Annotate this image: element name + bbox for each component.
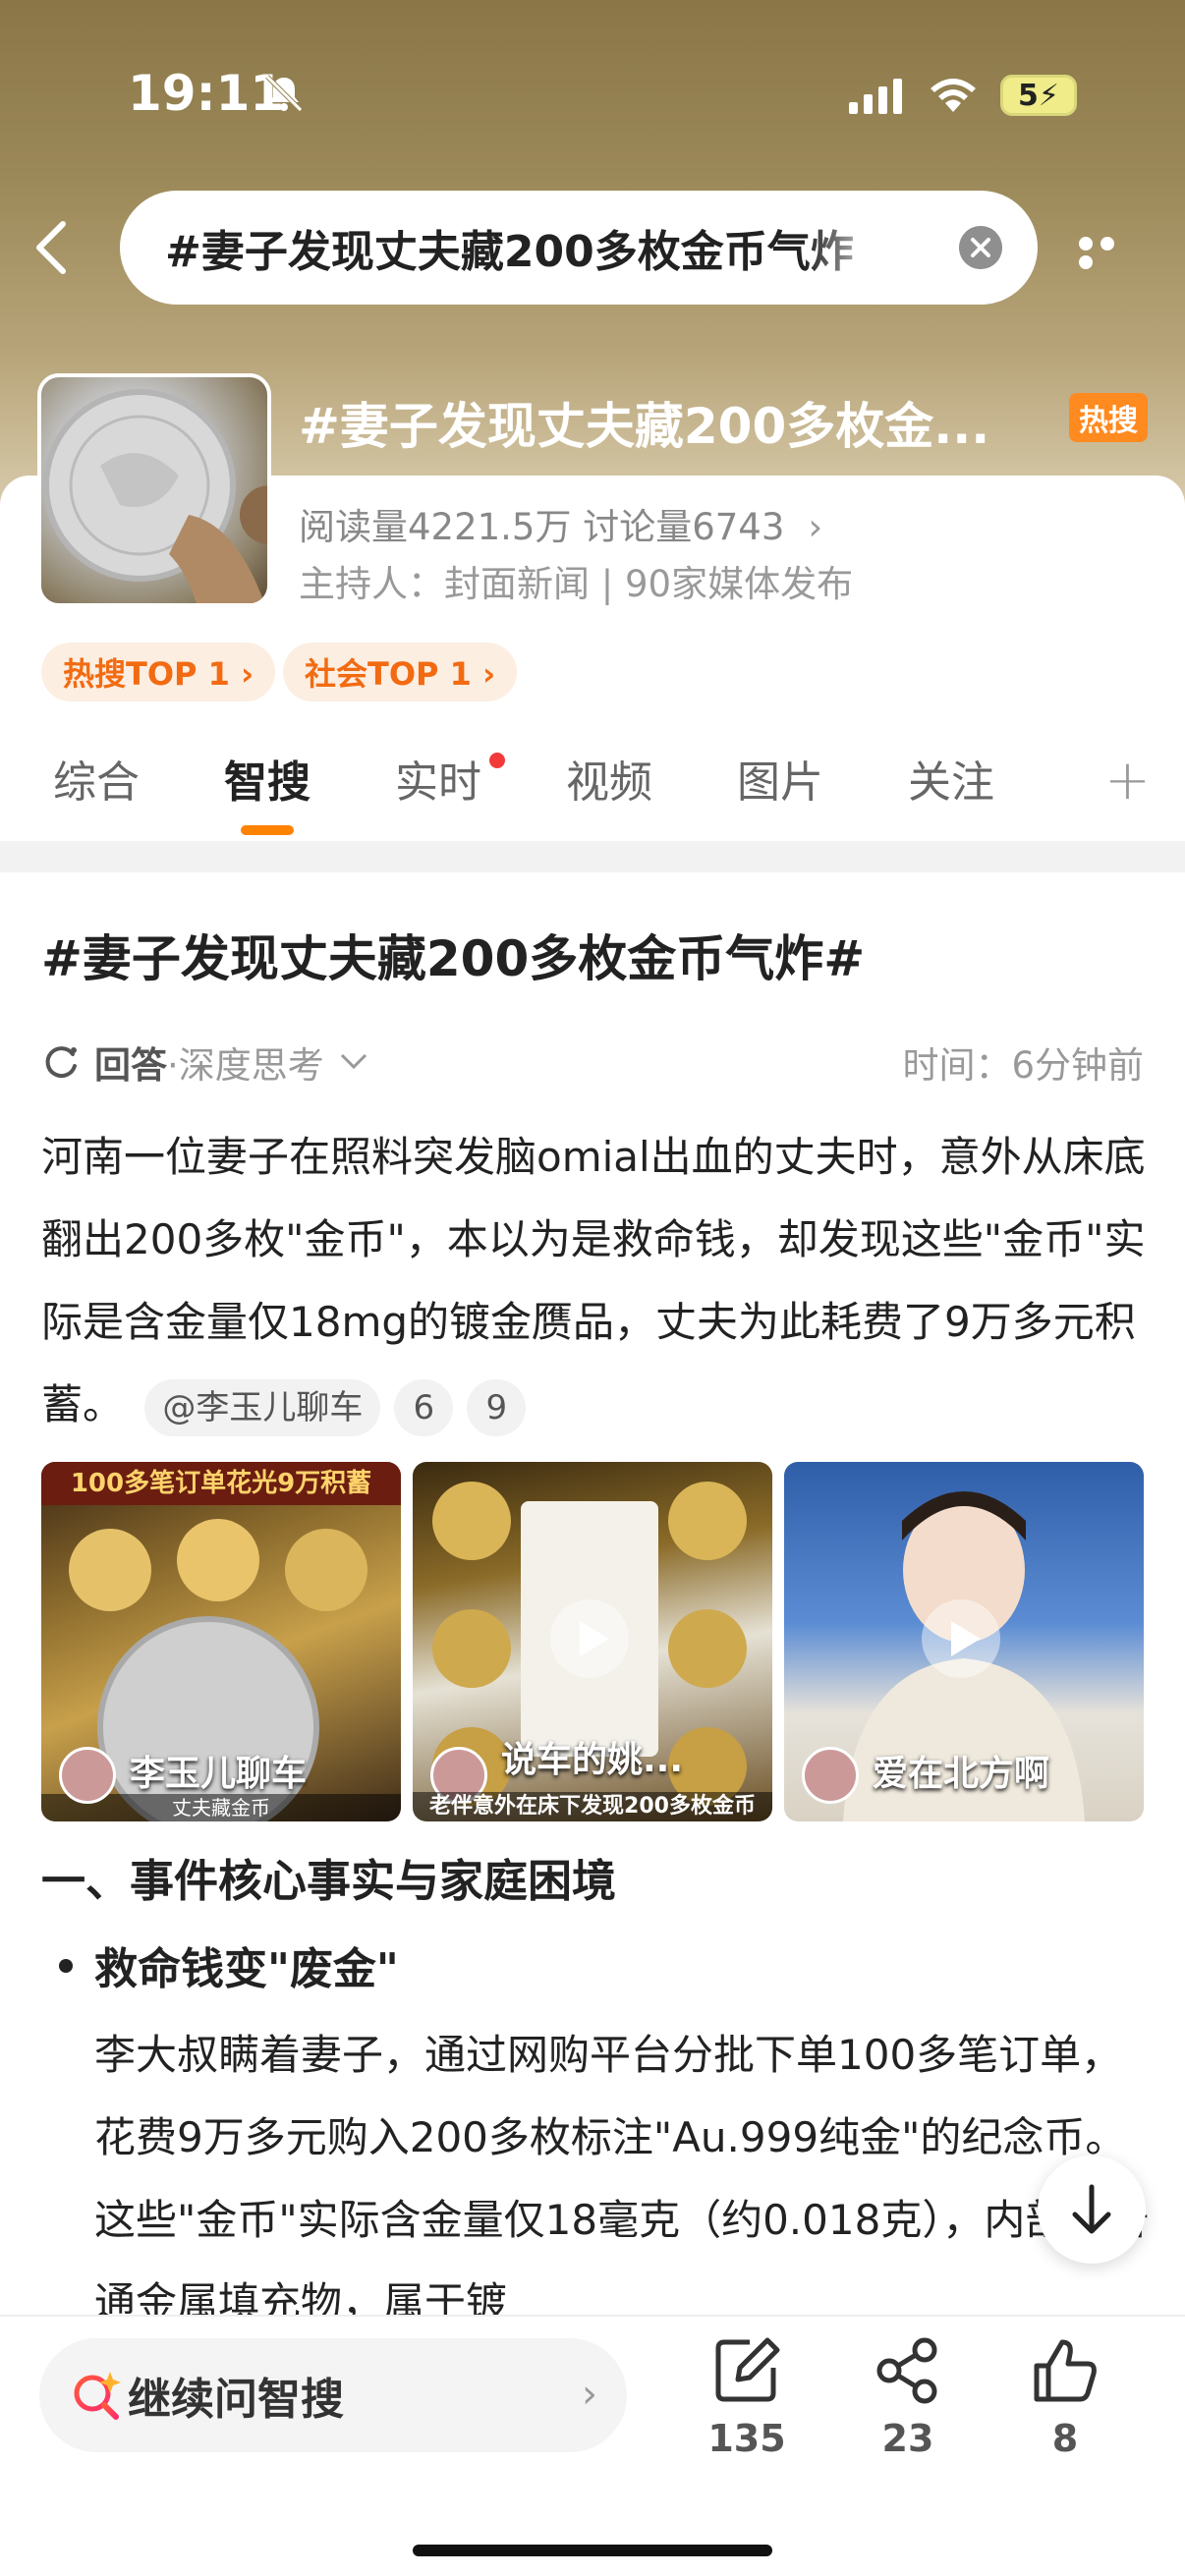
play-icon — [922, 1599, 1000, 1678]
answer-title: #妻子发现丈夫藏200多枚金币气炸# — [41, 930, 866, 987]
ask-label: 继续问智搜 — [128, 2375, 344, 2425]
section-heading: 一、事件核心事实与家庭困境 — [41, 1855, 617, 1907]
video-caption: 老伴意外在床下发现200多枚金币 — [413, 1792, 772, 1821]
tab-video[interactable]: 视频 — [566, 747, 652, 810]
avatar — [802, 1747, 859, 1804]
answer-mode: ·深度思考 — [167, 1044, 324, 1087]
search-input[interactable]: #妻子发现丈夫藏200多枚金币气炸 — [165, 216, 892, 279]
tab-general[interactable]: 综合 — [53, 747, 140, 810]
wifi-icon — [931, 79, 976, 112]
like-button[interactable]: 8 — [1006, 2334, 1124, 2460]
deep-think-icon — [45, 1046, 77, 1079]
like-count: 8 — [1051, 2417, 1079, 2460]
chevron-down-icon — [340, 1053, 367, 1070]
video-author: 李玉儿聊车 — [130, 1754, 308, 1794]
home-indicator — [413, 2545, 772, 2556]
source-mention-chip[interactable]: @李玉儿聊车 — [144, 1378, 381, 1436]
video-thumbnail-1[interactable]: 100多笔订单花光9万积蓄 丈夫藏金币 李玉儿聊车 — [41, 1462, 401, 1821]
clear-icon[interactable] — [959, 226, 1002, 269]
video-author: 说车的姚... — [501, 1740, 684, 1780]
topic-thumbnail[interactable] — [37, 373, 271, 607]
bullet-body: 李大叔瞒着妻子，通过网购平台分批下单100多笔订单，花费9万多元购入200多枚标… — [94, 2031, 1150, 2326]
bell-muted-icon — [265, 75, 303, 112]
topic-title: #妻子发现丈夫藏200多枚金... — [299, 398, 990, 455]
coin-image-icon — [43, 389, 267, 603]
video-thumbnail-3[interactable]: 爱在北方啊 — [784, 1462, 1144, 1821]
share-icon — [876, 2337, 937, 2404]
answer-paragraph: 河南一位妻子在照料突发脑omial出血的丈夫时，意外从床底翻出200多枚"金币"… — [41, 1116, 1152, 1446]
back-icon[interactable] — [29, 218, 73, 277]
more-icon[interactable] — [1079, 236, 1142, 269]
realtime-unread-dot — [489, 753, 505, 768]
tab-following[interactable]: 关注 — [908, 747, 994, 810]
tab-bar: 综合 智搜 实时 视频 图片 关注 — [0, 747, 1185, 835]
hot-search-rank-pill[interactable]: 热搜TOP 1 › — [41, 643, 276, 701]
tab-realtime[interactable]: 实时 — [395, 747, 481, 810]
bullet-title: 救命钱变"废金" — [94, 1944, 399, 1994]
answer-meta[interactable]: 回答 ·深度思考 — [41, 1036, 373, 1089]
play-icon — [550, 1599, 629, 1678]
share-button[interactable]: 23 — [849, 2334, 967, 2460]
add-tab-icon[interactable]: + — [1104, 749, 1151, 812]
search-bar[interactable]: #妻子发现丈夫藏200多枚金币气炸 — [120, 191, 1038, 305]
active-tab-indicator — [241, 825, 294, 835]
signal-icon — [849, 79, 902, 114]
topic-host: 主持人：封面新闻 | 90家媒体发布 — [299, 563, 854, 605]
comment-button[interactable]: 135 — [688, 2334, 806, 2460]
battery-indicator: 5 ⚡ — [1000, 75, 1077, 116]
tab-smart-search[interactable]: 智搜 — [224, 747, 310, 810]
society-rank-pill[interactable]: 社会TOP 1 › — [283, 643, 518, 701]
comment-edit-icon — [715, 2337, 780, 2402]
smart-search-icon — [74, 2372, 121, 2420]
answer-label: 回答 — [94, 1044, 167, 1087]
stats-text: 阅读量4221.5万 讨论量6743 — [299, 506, 785, 548]
reference-chip-1[interactable]: 6 — [394, 1378, 454, 1436]
reference-chip-2[interactable]: 9 — [467, 1378, 527, 1436]
answer-time: 时间：6分钟前 — [902, 1044, 1144, 1087]
thumbs-up-icon — [1034, 2339, 1097, 2402]
video-thumbnail-2[interactable]: 说车的姚... 老伴意外在床下发现200多枚金币 — [413, 1462, 772, 1821]
bullet-dot — [59, 1959, 73, 1973]
avatar — [59, 1747, 116, 1804]
video-author: 爱在北方啊 — [873, 1754, 1050, 1794]
share-count: 23 — [881, 2417, 934, 2460]
section-divider — [0, 841, 1185, 872]
comment-count: 135 — [707, 2417, 786, 2460]
hot-badge: 热搜 — [1069, 393, 1148, 442]
chevron-right-icon: › — [582, 2372, 597, 2417]
tab-images[interactable]: 图片 — [737, 747, 823, 810]
status-time: 19:11 — [128, 65, 285, 122]
topic-stats[interactable]: 阅读量4221.5万 讨论量6743 › — [299, 497, 822, 550]
ask-smart-search-button[interactable]: 继续问智搜 › — [39, 2338, 627, 2452]
scroll-down-button[interactable] — [1038, 2156, 1146, 2264]
arrow-down-icon — [1072, 2184, 1111, 2234]
chevron-right-icon: › — [808, 506, 823, 548]
